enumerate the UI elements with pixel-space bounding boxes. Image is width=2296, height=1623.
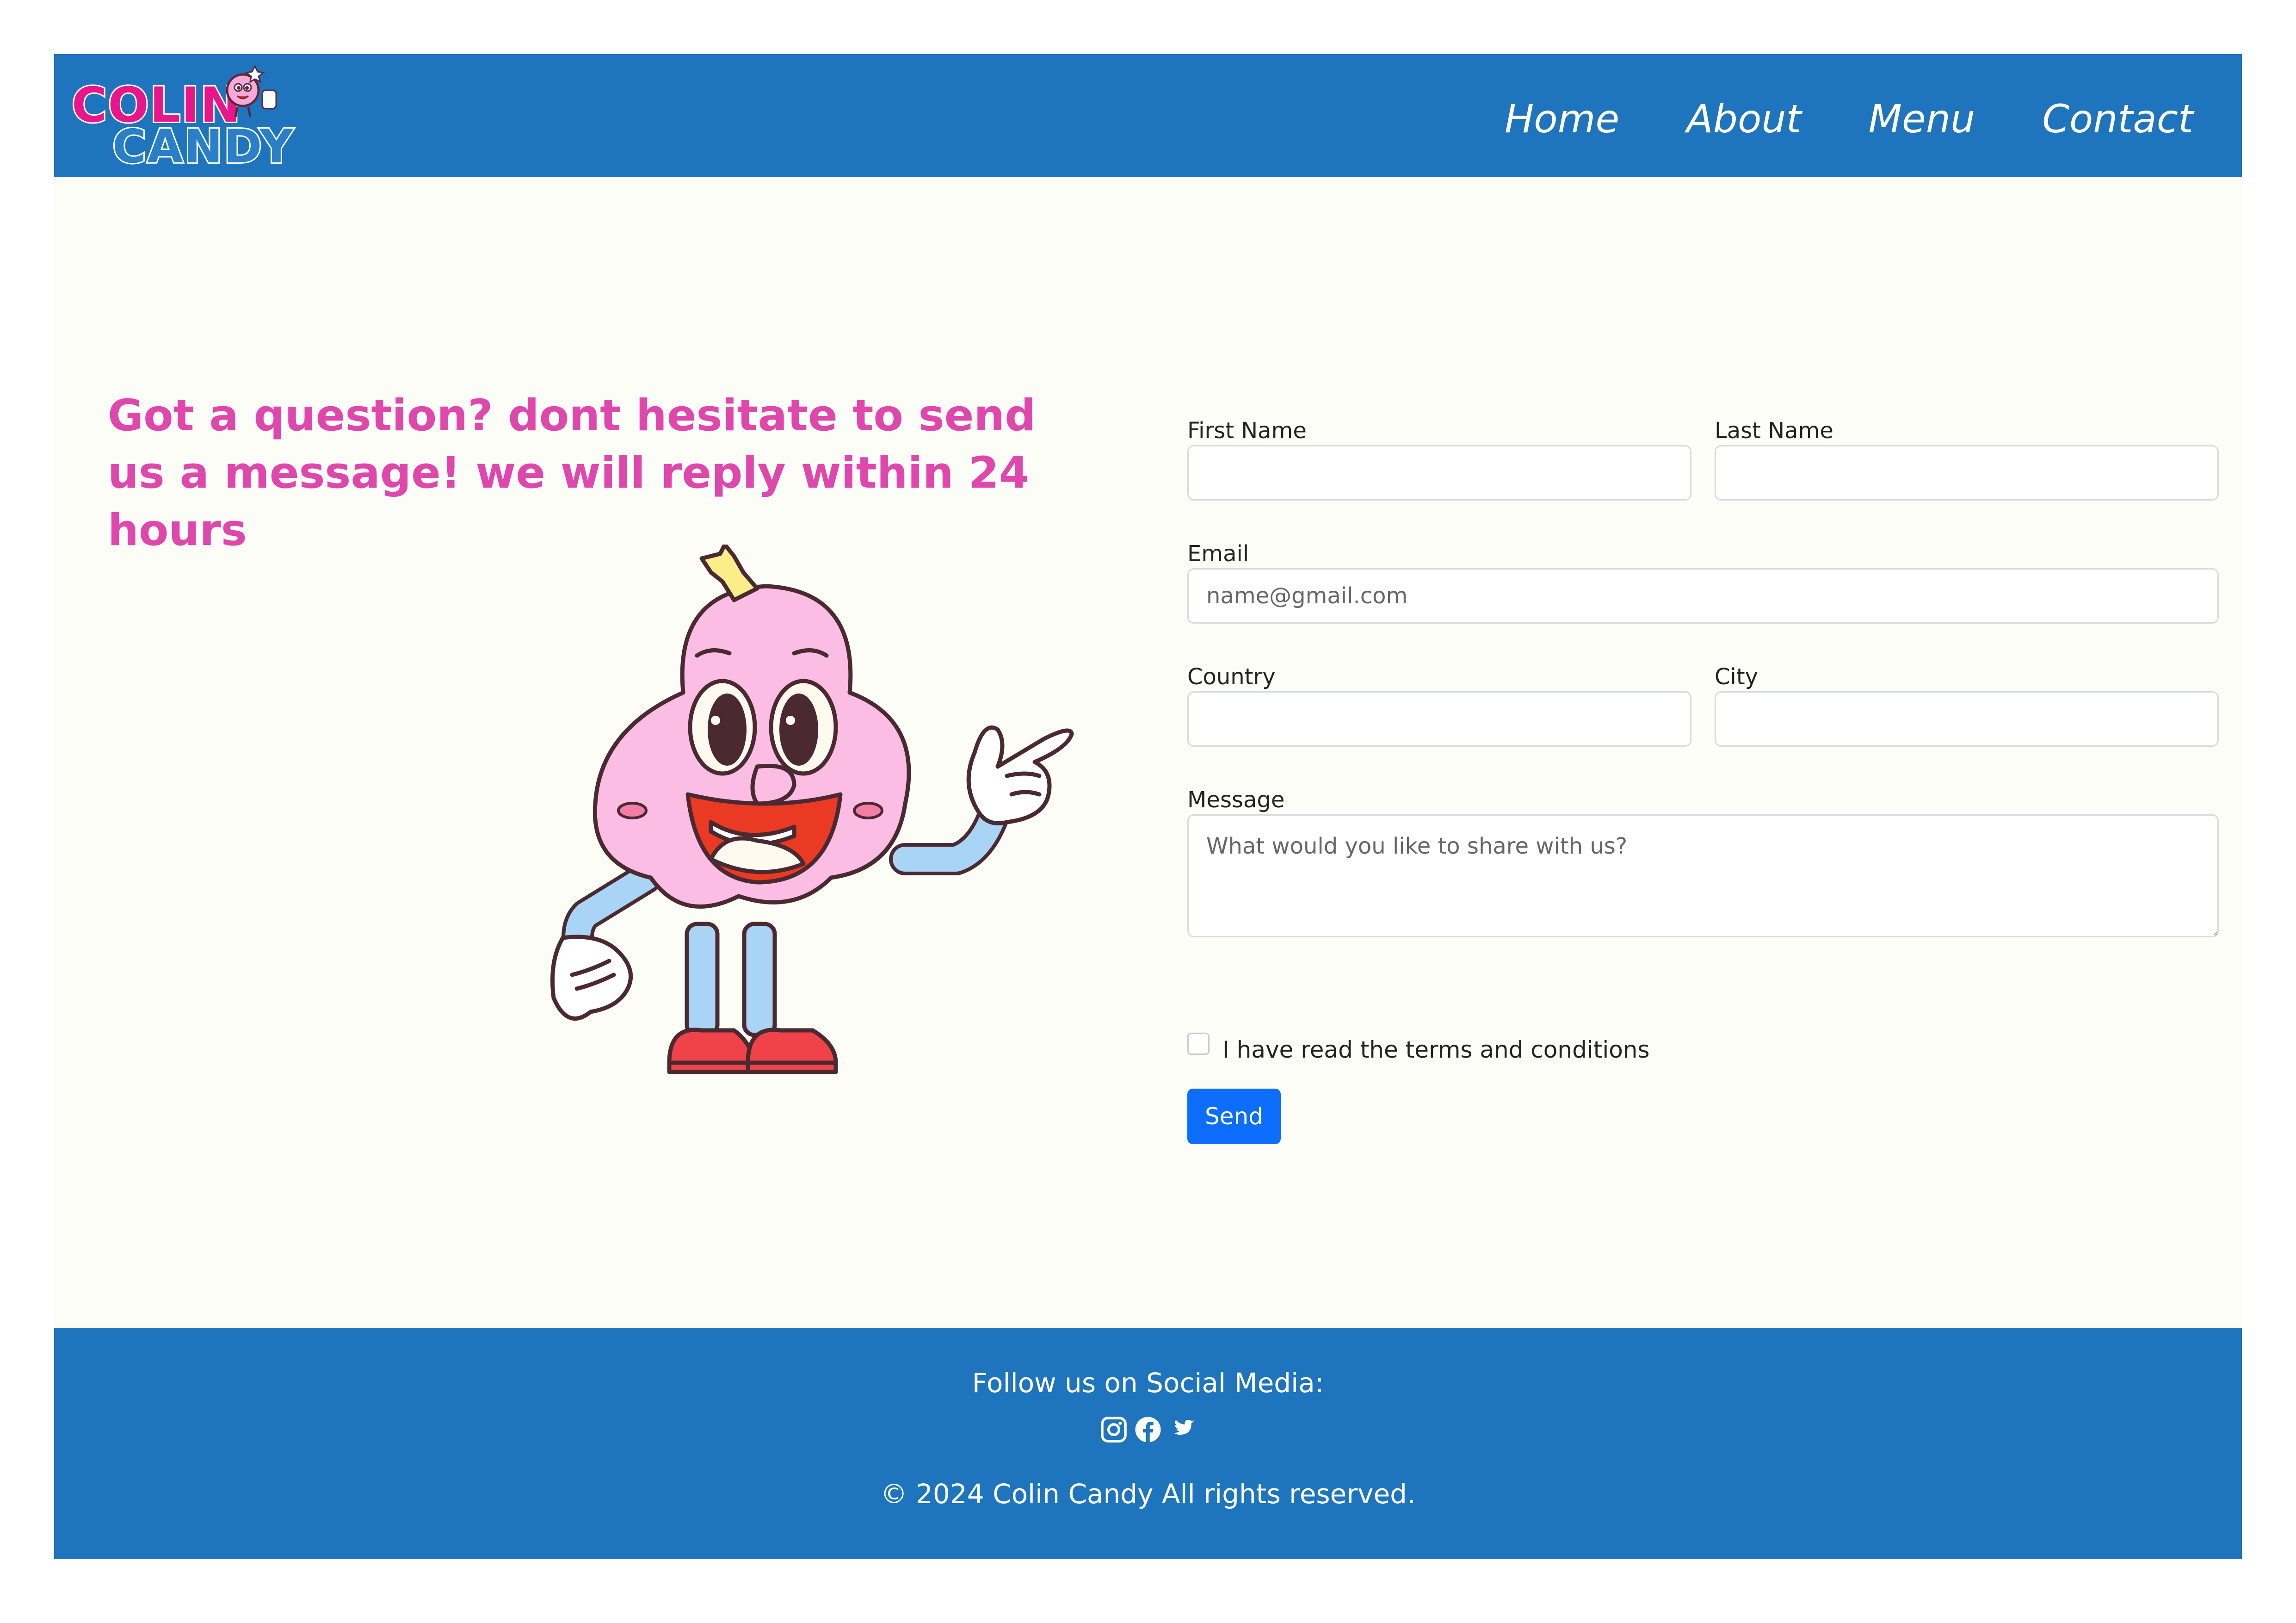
- nav-about-link[interactable]: About: [1686, 99, 1801, 138]
- country-label: Country: [1187, 664, 1276, 690]
- last-name-input[interactable]: [1715, 445, 2219, 501]
- first-name-label: First Name: [1187, 418, 1307, 444]
- nav-contact-link[interactable]: Contact: [2042, 99, 2193, 138]
- social-links: [54, 1416, 2242, 1443]
- nav-home-link[interactable]: Home: [1505, 99, 1619, 138]
- message-textarea[interactable]: [1187, 814, 2219, 937]
- send-button[interactable]: Send: [1187, 1089, 1281, 1144]
- navbar: COLIN CANDY Home About Menu Contact: [54, 54, 2242, 177]
- last-name-label: Last Name: [1715, 418, 1833, 444]
- city-input[interactable]: [1715, 691, 2219, 747]
- logo-mascot-icon: [226, 64, 277, 118]
- country-input[interactable]: [1187, 691, 1691, 747]
- email-input[interactable]: [1187, 568, 2219, 624]
- email-label: Email: [1187, 541, 1249, 567]
- main-nav: Home About Menu Contact: [1505, 99, 2193, 138]
- logo-text-candy: CANDY: [111, 119, 295, 173]
- facebook-icon[interactable]: [1134, 1416, 1162, 1443]
- copyright-text: © 2024 Colin Candy All rights reserved.: [880, 1478, 1416, 1510]
- instagram-icon[interactable]: [1100, 1416, 1128, 1443]
- footer: Follow us on Social Media: © 2024 Colin …: [54, 1328, 2242, 1559]
- follow-us-text: Follow us on Social Media:: [972, 1367, 1324, 1399]
- first-name-input[interactable]: [1187, 445, 1691, 501]
- brand-logo[interactable]: COLIN CANDY: [70, 62, 295, 171]
- candy-mascot-illustration: [550, 545, 1074, 1074]
- city-label: City: [1715, 664, 1759, 690]
- page: COLIN CANDY Home About Menu Contact Got …: [54, 54, 2242, 1559]
- terms-checkbox[interactable]: [1187, 1033, 1210, 1055]
- contact-headline: Got a question? dont hesitate to send us…: [108, 390, 1036, 556]
- twitter-icon[interactable]: [1168, 1416, 1196, 1443]
- terms-label: I have read the terms and conditions: [1222, 1036, 1650, 1063]
- nav-menu-link[interactable]: Menu: [1869, 99, 1975, 138]
- message-label: Message: [1187, 787, 1285, 813]
